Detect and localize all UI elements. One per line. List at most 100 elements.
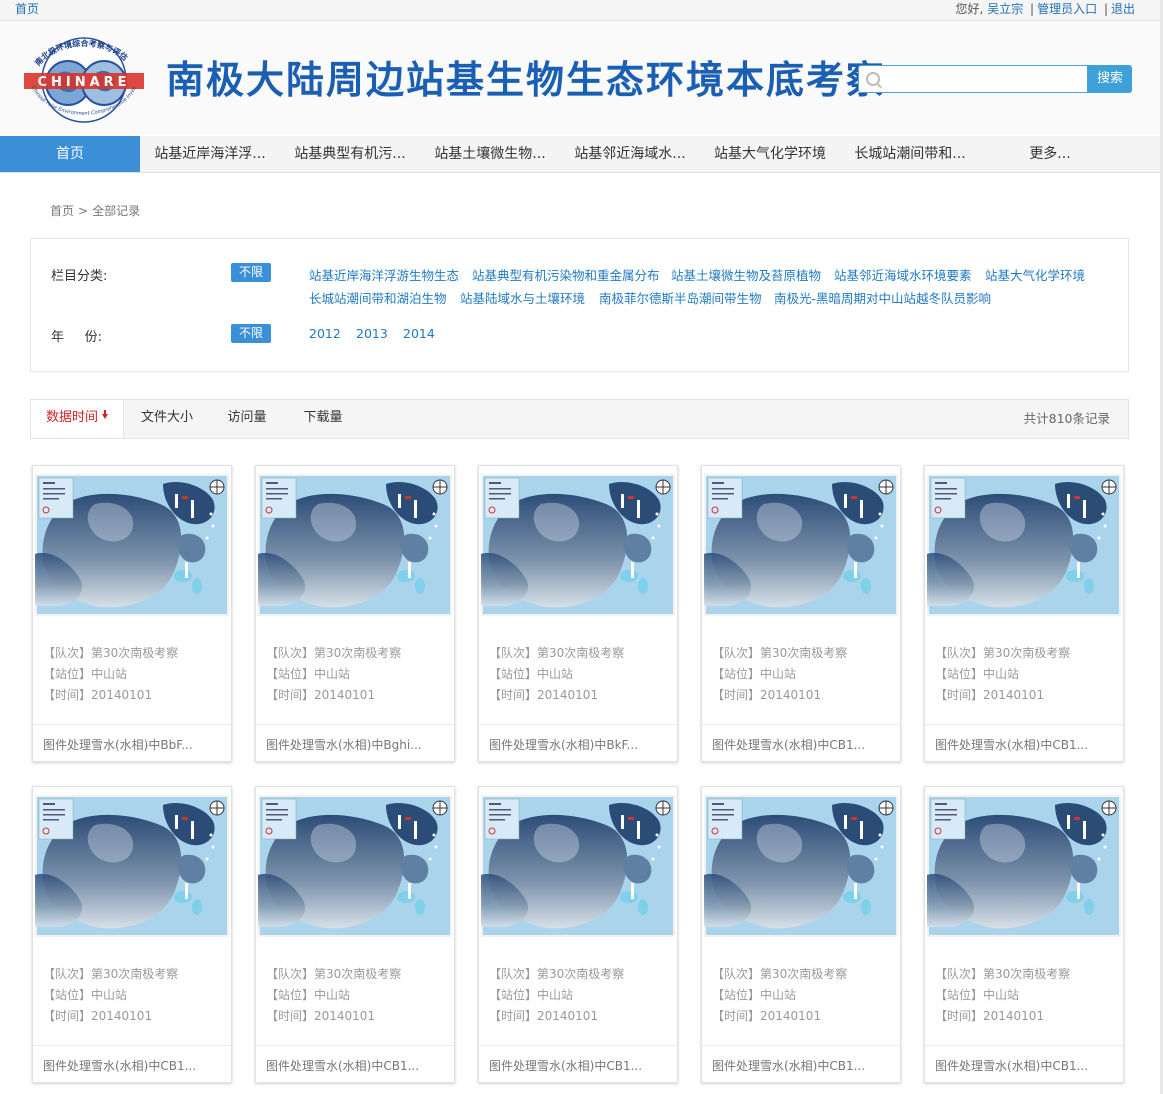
sort-desc-arrow-icon [102, 410, 108, 419]
card-divider [256, 1045, 454, 1046]
breadcrumb: 首页 > 全部记录 [50, 202, 140, 219]
main-nav: 首页 站基近岸海洋浮... 站基典型有机污... 站基土壤微生物... 站基邻近… [0, 136, 1163, 173]
chinare-logo[interactable]: CHINARE 南北极环境综合考察与评估 Chinese Polar Envir… [12, 35, 156, 125]
logo-text: CHINARE [37, 75, 130, 90]
card-station: 【站位】中山站 [266, 988, 351, 1002]
year-link[interactable]: 2014 [403, 326, 435, 341]
card-title-link[interactable]: 图件处理雪水(水相)中CB1... [489, 1057, 642, 1074]
category-link[interactable]: 长城站潮间带和湖泊生物 [309, 288, 447, 307]
search-button[interactable]: 搜索 [1088, 65, 1132, 93]
category-link[interactable]: 站基近岸海洋浮游生物生态 [309, 265, 459, 284]
admin-entry-link[interactable]: 管理员入口 [1037, 2, 1097, 16]
sort-bar: 数据时间 文件大小 访问量 下载量 共计810条记录 [30, 399, 1129, 439]
nav-item-water[interactable]: 站基邻近海域水... [560, 136, 700, 172]
record-card[interactable]: 【队次】第30次南极考察 【站位】中山站 【时间】20140101 图件处理雪水(水相… [701, 786, 901, 1083]
card-info: 【队次】第30次南极考察 【站位】中山站 【时间】20140101 [935, 964, 1070, 1027]
card-divider [925, 1045, 1123, 1046]
card-title-link[interactable]: 图件处理雪水(水相)中BkF... [489, 736, 638, 753]
map-thumbnail[interactable] [927, 795, 1121, 937]
card-info: 【队次】第30次南极考察 【站位】中山站 【时间】20140101 [43, 964, 178, 1027]
record-card[interactable]: 【队次】第30次南极考察 【站位】中山站 【时间】20140101 图件处理雪水(水相… [701, 465, 901, 762]
card-station: 【站位】中山站 [489, 988, 574, 1002]
breadcrumb-current: 全部记录 [92, 204, 141, 218]
top-home-link[interactable]: 首页 [15, 0, 39, 18]
category-link[interactable]: 站基邻近海域水环境要素 [834, 265, 972, 284]
map-thumbnail[interactable] [35, 474, 229, 616]
card-time: 【时间】20140101 [712, 1009, 822, 1023]
sort-by-data-time[interactable]: 数据时间 [31, 400, 124, 438]
nav-item-atmosphere[interactable]: 站基大气化学环境 [700, 136, 840, 172]
nav-item-soil-microbes[interactable]: 站基土壤微生物... [420, 136, 560, 172]
card-time: 【时间】20140101 [712, 688, 822, 702]
map-thumbnail[interactable] [258, 474, 452, 616]
card-info: 【队次】第30次南极考察 【站位】中山站 【时间】20140101 [489, 964, 624, 1027]
year-link[interactable]: 2012 [309, 326, 341, 341]
breadcrumb-home[interactable]: 首页 [50, 204, 74, 218]
card-team: 【队次】第30次南极考察 [712, 967, 848, 981]
record-card[interactable]: 【队次】第30次南极考察 【站位】中山站 【时间】20140101 图件处理雪水(水相… [924, 465, 1124, 762]
card-title-link[interactable]: 图件处理雪水(水相)中CB1... [712, 736, 865, 753]
map-thumbnail[interactable] [481, 474, 675, 616]
map-thumbnail[interactable] [481, 795, 675, 937]
category-link[interactable]: 南极菲尔德斯半岛潮间带生物 [599, 288, 762, 307]
search-input[interactable] [885, 66, 1079, 92]
nav-item-plankton[interactable]: 站基近岸海洋浮... [140, 136, 280, 172]
username-link[interactable]: 吴立宗 [987, 2, 1023, 16]
filter-panel: 栏目分类: 不限 站基近岸海洋浮游生物生态 站基典型有机污染物和重金属分布 站基… [30, 238, 1129, 372]
nav-item-more[interactable]: 更多... [980, 136, 1120, 172]
card-info: 【队次】第30次南极考察 【站位】中山站 【时间】20140101 [712, 643, 847, 706]
record-card[interactable]: 【队次】第30次南极考察 【站位】中山站 【时间】20140101 图件处理雪水(水相… [924, 786, 1124, 1083]
card-station: 【站位】中山站 [266, 667, 351, 681]
nav-item-intertidal[interactable]: 长城站潮间带和... [840, 136, 980, 172]
record-card[interactable]: 【队次】第30次南极考察 【站位】中山站 【时间】20140101 图件处理雪水(水相… [32, 465, 232, 762]
card-title-link[interactable]: 图件处理雪水(水相)中CB1... [266, 1057, 419, 1074]
card-time: 【时间】20140101 [935, 688, 1045, 702]
map-thumbnail[interactable] [704, 474, 898, 616]
record-card[interactable]: 【队次】第30次南极考察 【站位】中山站 【时间】20140101 图件处理雪水(水相… [255, 786, 455, 1083]
record-card[interactable]: 【队次】第30次南极考察 【站位】中山站 【时间】20140101 图件处理雪水(水相… [255, 465, 455, 762]
sort-label: 数据时间 [45, 410, 98, 425]
card-title-link[interactable]: 图件处理雪水(水相)中CB1... [712, 1057, 865, 1074]
card-time: 【时间】20140101 [489, 688, 599, 702]
map-thumbnail[interactable] [258, 795, 452, 937]
card-title-link[interactable]: 图件处理雪水(水相)中CB1... [935, 1057, 1088, 1074]
card-title-link[interactable]: 图件处理雪水(水相)中CB1... [43, 1057, 196, 1074]
category-link[interactable]: 南极光-黑暗周期对中山站越冬队员影响 [774, 288, 991, 307]
category-link[interactable]: 站基大气化学环境 [985, 265, 1085, 284]
card-title-link[interactable]: 图件处理雪水(水相)中BbF... [43, 736, 193, 753]
nav-item-home[interactable]: 首页 [0, 136, 140, 172]
search-box [858, 65, 1088, 93]
card-title-link[interactable]: 图件处理雪水(水相)中CB1... [935, 736, 1088, 753]
category-link[interactable]: 站基典型有机污染物和重金属分布 [472, 265, 660, 284]
nav-item-pollutants[interactable]: 站基典型有机污... [280, 136, 420, 172]
year-link[interactable]: 2013 [356, 326, 388, 341]
map-thumbnail[interactable] [927, 474, 1121, 616]
category-link[interactable]: 站基陆域水与土壤环境 [460, 288, 585, 307]
card-divider [702, 724, 900, 725]
card-station: 【站位】中山站 [43, 667, 128, 681]
card-station: 【站位】中山站 [935, 988, 1020, 1002]
card-title-link[interactable]: 图件处理雪水(水相)中Bghi... [266, 736, 422, 753]
map-thumbnail[interactable] [35, 795, 229, 937]
year-unlimited-button[interactable]: 不限 [231, 324, 271, 343]
card-info: 【队次】第30次南极考察 【站位】中山站 【时间】20140101 [266, 964, 401, 1027]
category-unlimited-button[interactable]: 不限 [231, 263, 271, 282]
card-station: 【站位】中山站 [43, 988, 128, 1002]
category-link[interactable]: 站基土壤微生物及苔原植物 [671, 265, 821, 284]
map-thumbnail[interactable] [704, 795, 898, 937]
sort-by-visits[interactable]: 访问量 [211, 400, 283, 438]
breadcrumb-separator: > [78, 204, 89, 218]
logout-link[interactable]: 退出 [1111, 2, 1135, 16]
category-label: 栏目分类: [51, 269, 108, 284]
record-card[interactable]: 【队次】第30次南极考察 【站位】中山站 【时间】20140101 图件处理雪水(水相… [478, 465, 678, 762]
record-card[interactable]: 【队次】第30次南极考察 【站位】中山站 【时间】20140101 图件处理雪水(水相… [32, 786, 232, 1083]
separator: | [1103, 2, 1108, 16]
card-time: 【时间】20140101 [266, 688, 376, 702]
record-card[interactable]: 【队次】第30次南极考察 【站位】中山站 【时间】20140101 图件处理雪水(水相… [478, 786, 678, 1083]
card-time: 【时间】20140101 [935, 1009, 1045, 1023]
sort-by-downloads[interactable]: 下载量 [287, 400, 359, 438]
card-divider [33, 1045, 231, 1046]
card-time: 【时间】20140101 [43, 1009, 153, 1023]
sort-by-file-size[interactable]: 文件大小 [127, 400, 207, 438]
site-header: CHINARE 南北极环境综合考察与评估 Chinese Polar Envir… [0, 21, 1163, 135]
